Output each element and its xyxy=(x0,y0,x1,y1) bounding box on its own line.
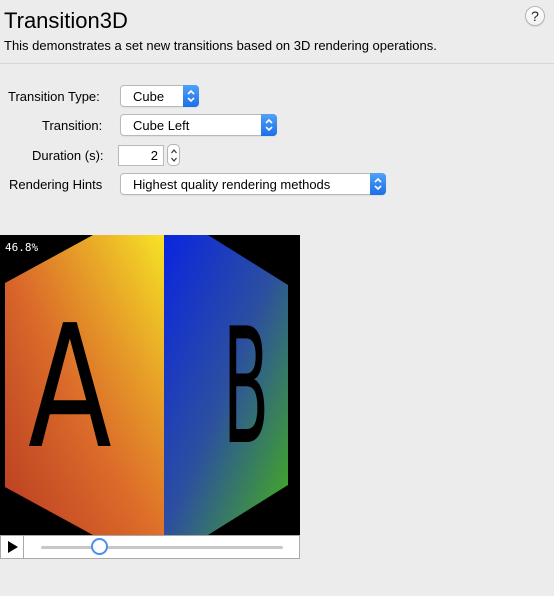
rendering-hints-value: Highest quality rendering methods xyxy=(133,177,331,192)
transition3d-window: Transition3D This demonstrates a set new… xyxy=(0,0,554,596)
play-button[interactable] xyxy=(1,536,24,558)
up-down-chevrons-icon xyxy=(183,85,199,107)
page-title: Transition3D xyxy=(4,8,128,33)
page-description: This demonstrates a set new transitions … xyxy=(4,38,437,53)
playback-slider-thumb[interactable] xyxy=(91,538,109,555)
up-down-chevrons-icon xyxy=(261,114,277,136)
face-left-letter: A xyxy=(28,289,112,487)
progress-readout: 46.8% xyxy=(5,241,39,254)
play-icon xyxy=(8,541,18,553)
help-button[interactable]: ? xyxy=(525,6,545,26)
rendering-hints-label: Rendering Hints xyxy=(9,177,103,192)
transition-type-select[interactable]: Cube xyxy=(120,85,199,107)
transition-label: Transition: xyxy=(42,118,103,133)
up-down-chevrons-icon xyxy=(370,173,386,195)
duration-field[interactable]: 2 xyxy=(118,145,164,166)
header-divider xyxy=(0,63,554,64)
transition-select[interactable]: Cube Left xyxy=(120,114,277,136)
playback-controls xyxy=(0,535,300,559)
rendering-hints-select[interactable]: Highest quality rendering methods xyxy=(120,173,386,195)
stepper-arrows-icon xyxy=(171,149,177,162)
transition-type-value: Cube xyxy=(133,89,165,104)
duration-stepper[interactable] xyxy=(167,144,180,166)
transition-preview: A B 46.8% xyxy=(0,235,300,535)
duration-label: Duration (s): xyxy=(32,148,104,163)
transition-type-label: Transition Type: xyxy=(8,89,100,104)
face-right-letter: B xyxy=(223,293,270,480)
playback-slider-track[interactable] xyxy=(41,546,283,549)
transition-value: Cube Left xyxy=(133,118,190,133)
